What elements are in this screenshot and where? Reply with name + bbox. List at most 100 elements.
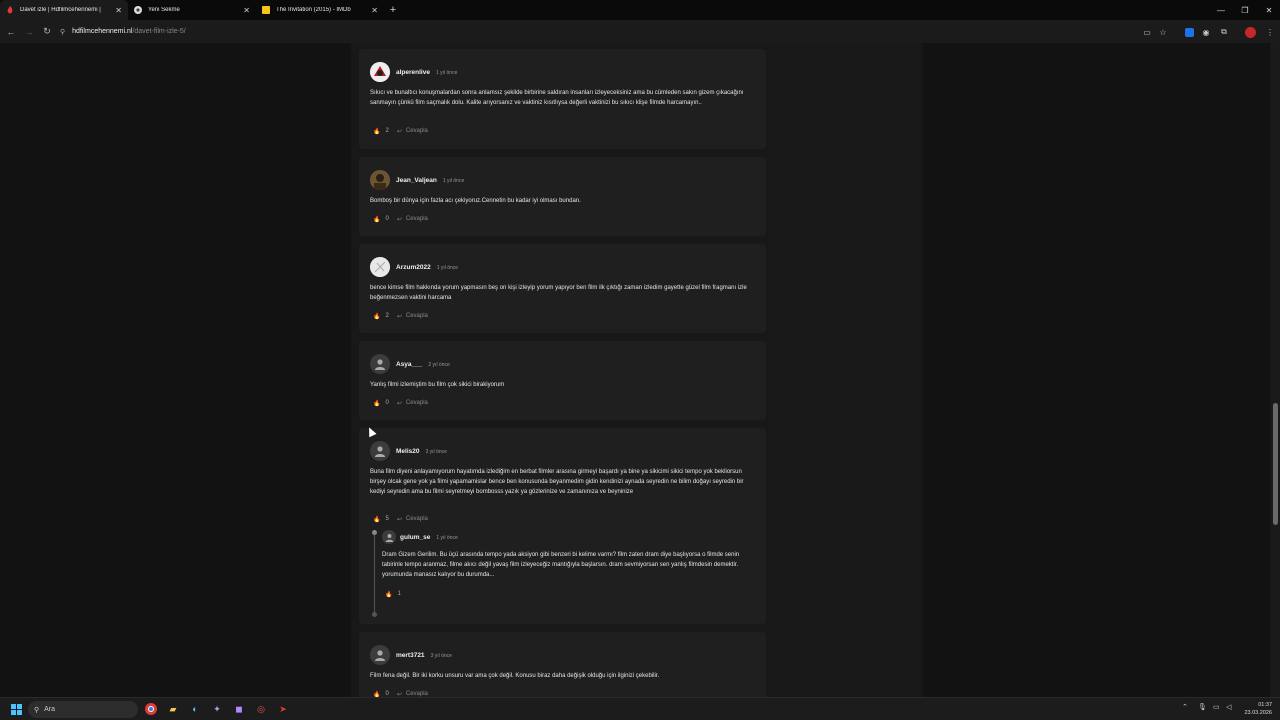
back-icon[interactable]: ← xyxy=(2,23,20,41)
browser-tab-bar: Davet izle | Hdfilmcehennemi | ✕ Yeni Se… xyxy=(0,0,1280,20)
site-info-icon[interactable]: ⚲ xyxy=(60,28,65,36)
avatar xyxy=(370,354,390,374)
new-tab-button[interactable]: + xyxy=(384,1,402,19)
tab-davet[interactable]: Davet izle | Hdfilmcehennemi | ✕ xyxy=(0,0,128,20)
comment-time: 3 yıl önce xyxy=(425,449,447,455)
comment-time: 1 yıl önce xyxy=(436,265,459,271)
comment-time: 1 yıl önce xyxy=(435,70,458,76)
bookmark-star-icon[interactable]: ☆ xyxy=(1155,24,1171,40)
avatar xyxy=(370,257,390,277)
reload-icon[interactable]: ↻ xyxy=(38,23,56,41)
taskbar-search[interactable]: ⚲ Ara xyxy=(28,701,138,718)
comment-author[interactable]: mert3721 3 yıl önce xyxy=(396,652,452,659)
reply-author[interactable]: gulum_se 1 yıl önce xyxy=(400,534,458,541)
menu-icon[interactable]: ⋮ xyxy=(1262,24,1278,40)
like-count: 1 xyxy=(397,591,401,597)
close-icon[interactable]: ✕ xyxy=(243,6,250,15)
comment-text: Film fena değil. Bir iki korku unsuru va… xyxy=(370,673,660,679)
chrome-icon xyxy=(134,6,142,14)
reply-button[interactable]: ↩ Cevapla xyxy=(397,400,428,407)
reply-button[interactable]: ↩ Cevapla xyxy=(397,516,428,523)
reply-time: 1 yıl önce xyxy=(436,535,458,541)
fire-icon[interactable]: 🔥 xyxy=(373,313,380,320)
scrollbar[interactable] xyxy=(1270,43,1280,697)
comment-time: 3 yıl önce xyxy=(430,653,452,659)
search-icon: ⚲ xyxy=(34,706,40,714)
chrome-icon[interactable] xyxy=(143,701,159,717)
window-close-icon[interactable]: ✕ xyxy=(1258,0,1280,20)
reply-icon: ↩ xyxy=(396,400,402,407)
reply-icon: ↩ xyxy=(396,216,402,223)
comment-author[interactable]: alperenlive 1 yıl önce xyxy=(396,69,457,76)
discord-icon[interactable]: ◼ xyxy=(231,701,247,717)
avatar xyxy=(370,441,390,461)
windows-start-icon[interactable] xyxy=(8,701,24,717)
comment-actions: 🔥 0 ↩ Cevapla xyxy=(373,689,428,697)
app-icon[interactable]: ◎ xyxy=(253,701,269,717)
comment-time: 2 yıl önce xyxy=(428,362,450,368)
comment-author[interactable]: Arzum2022 1 yıl önce xyxy=(396,264,458,271)
comment-actions: 🔥 2 ↩ Cevapla xyxy=(373,126,428,136)
app-icon[interactable]: ✦ xyxy=(209,701,225,717)
avatar xyxy=(370,170,390,190)
reply-text: Dram Gizem Gerilim. Bu üçü arasında temp… xyxy=(382,552,740,578)
browser-toolbar: ← → ↻ ⚲ hdfilmcehennemi.nl /davet-film-i… xyxy=(0,20,1280,43)
comment-card: mert3721 3 yıl önce Film fena değil. Bir … xyxy=(359,632,766,697)
user-icon xyxy=(375,446,385,457)
comment-author[interactable]: Jean_Valjean 1 yıl önce xyxy=(396,177,464,184)
fire-icon[interactable]: 🔥 xyxy=(373,128,380,135)
install-app-icon[interactable]: ▭ xyxy=(1139,24,1155,40)
fire-icon[interactable]: 🔥 xyxy=(373,516,380,523)
app-icon[interactable]: ➤ xyxy=(275,701,291,717)
address-bar[interactable]: ⚲ hdfilmcehennemi.nl /davet-film-izle-5/ xyxy=(60,22,1130,41)
like-count: 0 xyxy=(385,216,389,222)
puzzle-icon[interactable]: ⧉ xyxy=(1216,24,1232,40)
comment-card: alperenlive 1 yıl önce Sıkıcı ve bunaltıc… xyxy=(359,49,766,149)
close-icon[interactable]: ✕ xyxy=(371,6,378,15)
reply-icon: ↩ xyxy=(396,516,402,523)
thread-dot xyxy=(372,612,377,617)
minimize-icon[interactable]: — xyxy=(1210,0,1232,20)
folder-icon[interactable]: ▰ xyxy=(165,701,181,717)
user-icon xyxy=(375,650,385,661)
comment-text: Yanlış filmi izlemiştim bu film çok siki… xyxy=(370,382,505,388)
tab-title: Davet izle | Hdfilmcehennemi | xyxy=(20,7,101,13)
os-taskbar: ⚲ Ara ▰ ◐ ✦ ◼ ◎ ➤ ⌃ 🎙 ▭ ◁ 01:37 23.03.2026 xyxy=(0,697,1280,720)
fire-icon[interactable]: 🔥 xyxy=(385,591,392,598)
tab-imdb[interactable]: The Invitation (2015) - IMDb ✕ xyxy=(256,0,384,20)
profile-avatar[interactable] xyxy=(1242,24,1258,40)
volume-icon[interactable]: ◁ xyxy=(1226,703,1231,711)
comment-author[interactable]: Melis20 3 yıl önce xyxy=(396,448,447,455)
tab-new[interactable]: Yeni Sekme ✕ xyxy=(128,0,256,20)
tray-chevron-icon[interactable]: ⌃ xyxy=(1182,703,1188,711)
extension-icon[interactable]: ◉ xyxy=(1198,24,1214,40)
reply-button[interactable]: ↩ Cevapla xyxy=(397,216,428,223)
scrollbar-thumb[interactable] xyxy=(1273,403,1278,525)
reply-actions: 🔥 1 xyxy=(385,589,409,599)
fire-icon[interactable]: 🔥 xyxy=(373,216,380,223)
like-count: 0 xyxy=(385,400,389,406)
like-count: 5 xyxy=(385,516,389,522)
tab-title: Yeni Sekme xyxy=(148,7,180,13)
close-icon[interactable]: ✕ xyxy=(115,6,122,15)
like-count: 2 xyxy=(385,313,389,319)
comment-card: Melis20 3 yıl önce Buna film diyeni anlay… xyxy=(359,428,766,624)
fire-icon[interactable]: 🔥 xyxy=(373,400,380,407)
comment-author[interactable]: Asya___ 2 yıl önce xyxy=(396,361,450,368)
forward-icon[interactable]: → xyxy=(20,23,38,41)
system-clock[interactable]: 01:37 23.03.2026 xyxy=(1244,701,1272,717)
reply-button[interactable]: ↩ Cevapla xyxy=(397,313,428,320)
restore-icon[interactable]: ❐ xyxy=(1234,0,1256,20)
comment-text: Buna film diyeni anlayamıyorum hayatımda… xyxy=(370,469,744,495)
imdb-icon xyxy=(262,6,270,14)
reply-icon: ↩ xyxy=(396,313,402,320)
tab-title: The Invitation (2015) - IMDb xyxy=(276,7,351,13)
network-icon[interactable]: ▭ xyxy=(1213,703,1220,711)
avatar xyxy=(370,62,390,82)
comment-actions: 🔥 0 ↩ Cevapla xyxy=(373,398,428,408)
extension-icon[interactable] xyxy=(1181,24,1197,40)
microphone-icon[interactable]: 🎙 xyxy=(1198,703,1207,711)
steam-icon[interactable]: ◐ xyxy=(187,701,203,717)
reply-button[interactable]: ↩ Cevapla xyxy=(397,128,428,135)
user-icon xyxy=(375,359,385,370)
